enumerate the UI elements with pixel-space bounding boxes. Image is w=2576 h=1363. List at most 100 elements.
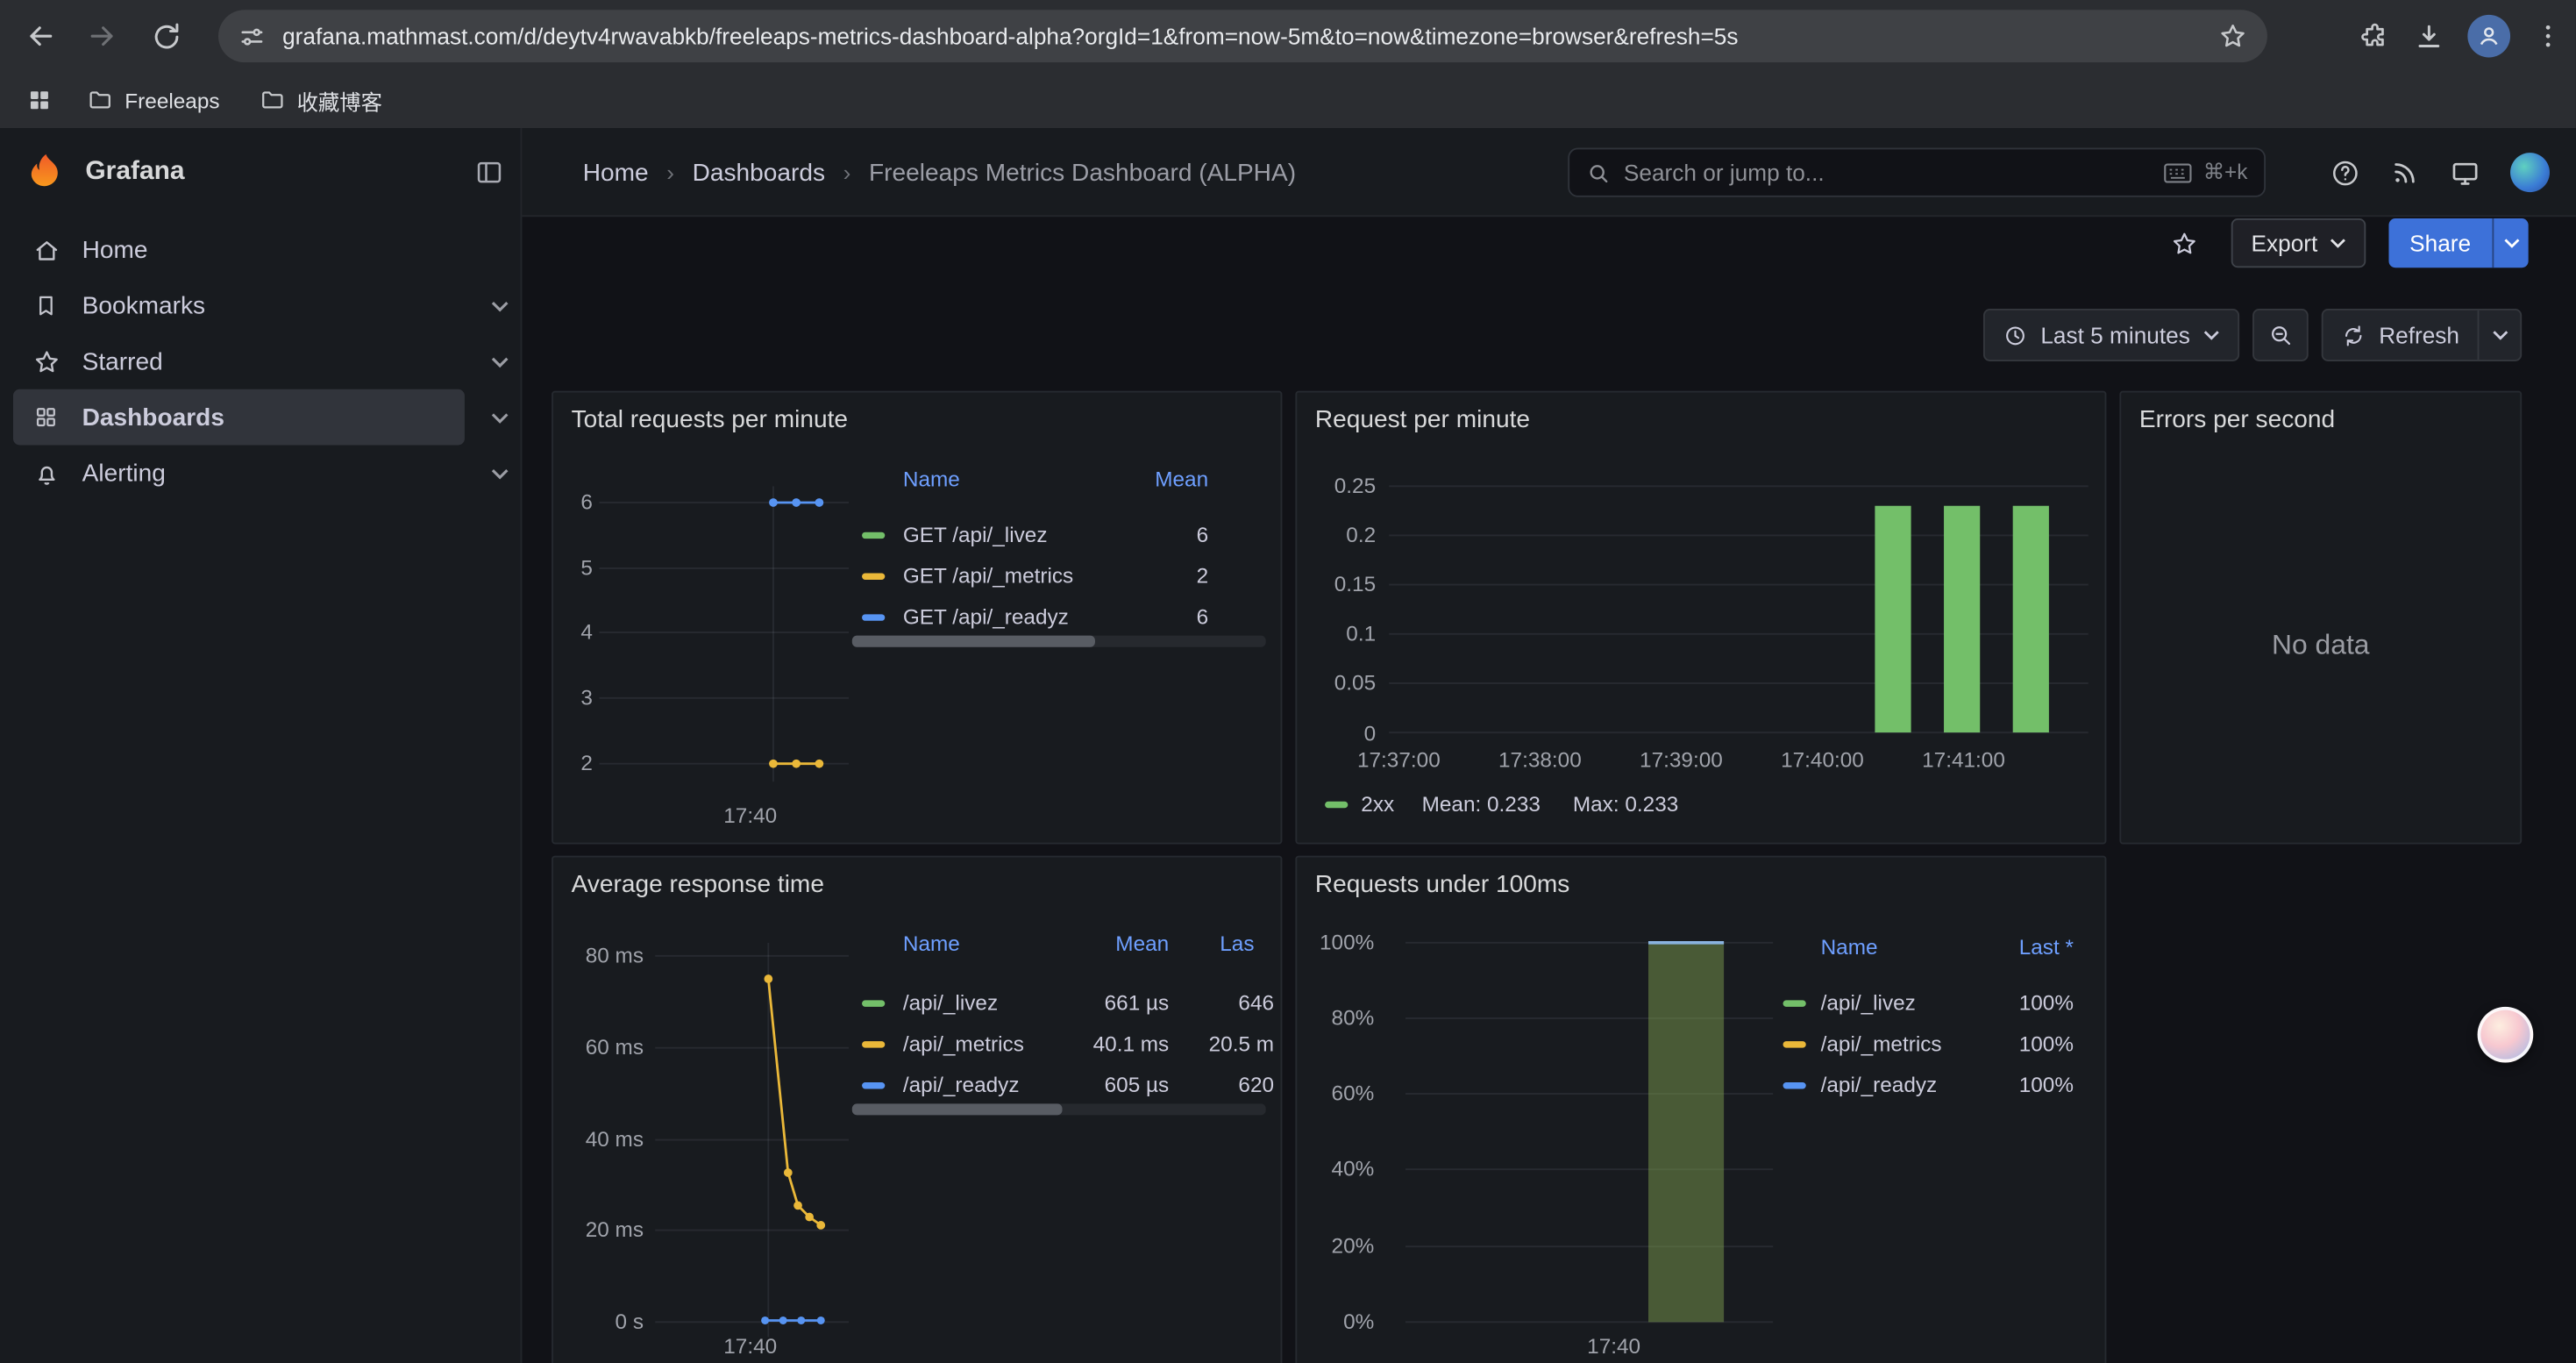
search-placeholder: Search or jump to... bbox=[1624, 160, 1825, 186]
browser-back-button[interactable] bbox=[13, 8, 69, 64]
news-rss-icon[interactable] bbox=[2390, 158, 2420, 188]
panel-title[interactable]: Request per minute bbox=[1315, 406, 1530, 434]
legend-series-name[interactable]: GET /api/_metrics bbox=[903, 561, 1073, 591]
y-tick: 60 ms bbox=[553, 1035, 644, 1061]
apps-grid-icon[interactable] bbox=[26, 87, 53, 113]
chevron-down-icon[interactable] bbox=[486, 404, 512, 431]
legend-scrollbar[interactable] bbox=[852, 1103, 1266, 1115]
share-dropdown[interactable] bbox=[2492, 218, 2528, 268]
sidebar-item-starred[interactable]: Starred bbox=[13, 333, 465, 389]
legend-mean-header[interactable]: Mean bbox=[1110, 465, 1208, 495]
sidebar-item-dashboards[interactable]: Dashboards bbox=[13, 389, 465, 446]
grafana-app: Grafana Home bbox=[0, 128, 2576, 1363]
y-tick: 0.2 bbox=[1297, 522, 1376, 548]
panel-title[interactable]: Requests under 100ms bbox=[1315, 870, 1569, 898]
sidebar-collapse-icon[interactable] bbox=[474, 158, 504, 188]
url-bar[interactable]: grafana.mathmast.com/d/deytv4rwavabkb/fr… bbox=[218, 10, 2267, 62]
browser-forward-button[interactable] bbox=[74, 8, 130, 64]
chevron-down-icon[interactable] bbox=[486, 348, 512, 375]
legend-scrollbar[interactable] bbox=[852, 636, 1266, 647]
y-tick: 20 ms bbox=[553, 1217, 644, 1244]
bar-chart bbox=[1389, 475, 2089, 740]
panel-title[interactable]: Total requests per minute bbox=[572, 406, 848, 434]
sidebar-item-bookmarks[interactable]: Bookmarks bbox=[13, 277, 465, 333]
y-tick: 3 bbox=[553, 685, 593, 711]
legend-last-header[interactable]: Las bbox=[1220, 930, 1278, 960]
y-tick: 40% bbox=[1297, 1156, 1374, 1182]
chevron-right-icon: › bbox=[843, 160, 851, 186]
legend-series-name[interactable]: GET /api/_livez bbox=[903, 521, 1048, 551]
panel-request-per-minute: Request per minute 0.25 0.2 0.15 0.1 0.0… bbox=[1295, 391, 2106, 845]
grafana-header: Home › Dashboards › Freeleaps Metrics Da… bbox=[522, 128, 2575, 217]
favorite-star-icon[interactable] bbox=[2160, 218, 2209, 268]
y-tick: 60% bbox=[1297, 1081, 1374, 1107]
legend-series-name[interactable]: /api/_metrics bbox=[903, 1030, 1024, 1060]
chevron-down-icon bbox=[2203, 330, 2220, 339]
export-button[interactable]: Export bbox=[2231, 218, 2366, 268]
main-area: Home › Dashboards › Freeleaps Metrics Da… bbox=[522, 128, 2575, 1363]
help-icon[interactable] bbox=[2330, 157, 2361, 189]
legend-series-name[interactable]: /api/_metrics bbox=[1821, 1030, 1942, 1060]
legend-last-value: 646 bbox=[1192, 988, 1274, 1018]
breadcrumb-home[interactable]: Home bbox=[583, 159, 649, 187]
home-icon bbox=[30, 236, 62, 264]
chevron-down-icon bbox=[2492, 330, 2508, 339]
legend-series-name[interactable]: /api/_livez bbox=[903, 988, 998, 1018]
legend-name-header[interactable]: Name bbox=[903, 465, 960, 495]
no-data-message: No data bbox=[2121, 629, 2520, 661]
bookmark-item-freeleaps[interactable]: Freeleaps bbox=[72, 81, 234, 120]
y-tick: 0 bbox=[1297, 721, 1376, 747]
legend-series-name[interactable]: /api/_livez bbox=[1821, 988, 1916, 1018]
legend-last-header[interactable]: Last * bbox=[1975, 933, 2074, 963]
chevron-down-icon[interactable] bbox=[486, 292, 512, 318]
line-chart bbox=[655, 943, 849, 1347]
refresh-button[interactable]: Refresh bbox=[2323, 310, 2478, 360]
floating-assistant-avatar[interactable] bbox=[2478, 1007, 2534, 1063]
extensions-icon[interactable] bbox=[2359, 20, 2391, 52]
panel-title[interactable]: Average response time bbox=[572, 870, 824, 898]
clock-icon bbox=[2003, 323, 2027, 347]
sidebar-item-home[interactable]: Home bbox=[13, 222, 465, 278]
series-color-yellow bbox=[1783, 1041, 1806, 1047]
panel-requests-under-100ms: Requests under 100ms 100% 80% 60% 40% 20… bbox=[1295, 856, 2106, 1363]
sidebar-item-label: Bookmarks bbox=[82, 291, 205, 319]
x-tick: 17:40:00 bbox=[1767, 747, 1878, 774]
breadcrumb-dashboards[interactable]: Dashboards bbox=[693, 159, 825, 187]
dashboards-icon bbox=[30, 404, 62, 431]
browser-profile-avatar[interactable] bbox=[2467, 15, 2510, 58]
chevron-down-icon[interactable] bbox=[486, 460, 512, 486]
search-input[interactable]: Search or jump to... ⌘+k bbox=[1568, 148, 2266, 197]
legend-last-value: 100% bbox=[1975, 1071, 2074, 1101]
time-range-picker[interactable]: Last 5 minutes bbox=[1983, 309, 2239, 361]
legend-series-name[interactable]: GET /api/_readyz bbox=[903, 603, 1069, 632]
monitor-icon[interactable] bbox=[2450, 157, 2481, 189]
refresh-interval-dropdown[interactable] bbox=[2478, 310, 2521, 360]
y-tick: 80% bbox=[1297, 1005, 1374, 1031]
site-settings-icon[interactable] bbox=[238, 22, 267, 50]
header-icons bbox=[2330, 128, 2550, 217]
y-tick: 80 ms bbox=[553, 943, 644, 969]
downloads-icon[interactable] bbox=[2414, 20, 2445, 52]
sidebar-item-alerting[interactable]: Alerting bbox=[13, 445, 465, 501]
legend-name-header[interactable]: Name bbox=[903, 930, 960, 960]
refresh-icon bbox=[2341, 323, 2366, 347]
legend-series-name[interactable]: 2xx bbox=[1361, 790, 1394, 820]
bookmark-label: Freeleaps bbox=[125, 88, 219, 112]
y-tick: 2 bbox=[553, 751, 593, 777]
bookmark-item-blog[interactable]: 收藏博客 bbox=[245, 78, 397, 123]
legend-series-name[interactable]: /api/_readyz bbox=[903, 1071, 1020, 1101]
y-tick: 0% bbox=[1297, 1309, 1374, 1335]
bookmark-star-icon[interactable] bbox=[2218, 21, 2248, 51]
browser-reload-button[interactable] bbox=[138, 8, 194, 64]
legend-name-header[interactable]: Name bbox=[1821, 933, 1878, 963]
y-tick: 0.25 bbox=[1297, 473, 1376, 499]
breadcrumb: Home › Dashboards › Freeleaps Metrics Da… bbox=[583, 128, 1296, 217]
panel-title[interactable]: Errors per second bbox=[2139, 406, 2335, 434]
browser-menu-icon[interactable] bbox=[2533, 21, 2563, 51]
zoom-out-button[interactable] bbox=[2252, 309, 2309, 361]
legend-mean-header[interactable]: Mean bbox=[1071, 930, 1169, 960]
url-text[interactable]: grafana.mathmast.com/d/deytv4rwavabkb/fr… bbox=[282, 23, 2202, 49]
share-button[interactable]: Share bbox=[2388, 218, 2529, 268]
user-avatar[interactable] bbox=[2510, 153, 2550, 192]
legend-series-name[interactable]: /api/_readyz bbox=[1821, 1071, 1938, 1101]
